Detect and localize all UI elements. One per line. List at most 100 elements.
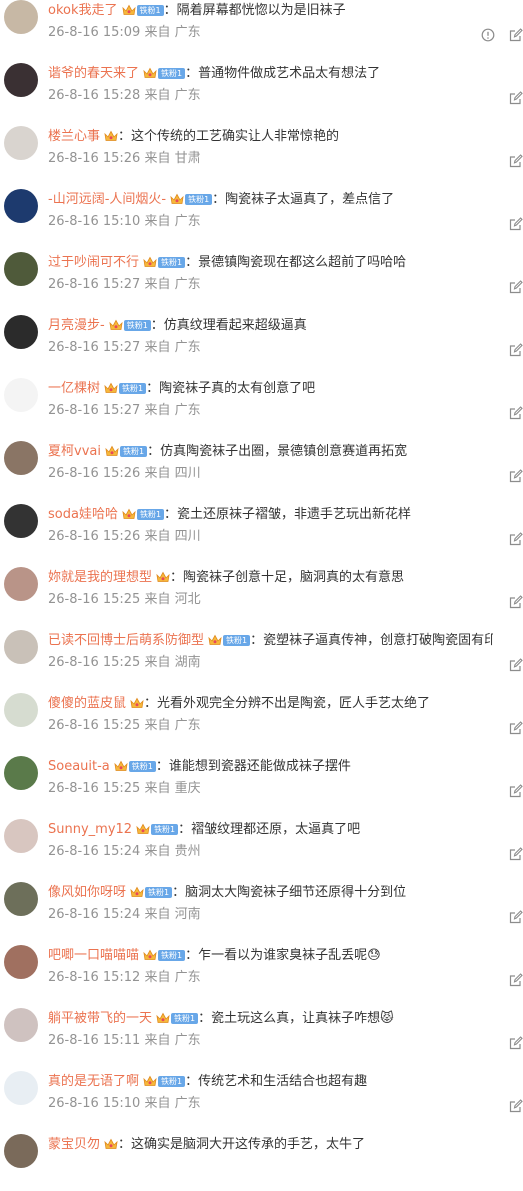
comment-text: ：脑洞太大陶瓷袜子细节还原得十分到位 [172,885,407,900]
comment-item: 妳就是我的理想型 ：陶瓷袜子创意十足，脑洞真的太有意思 26-8-16 15:25 … [0,561,523,624]
avatar[interactable] [4,1008,38,1042]
reply-edit-icon[interactable] [509,405,523,420]
fan-level-badge: 铁粉1 [223,635,251,646]
comment-text: ：隔着屏幕都恍惚以为是旧袜子 [163,3,346,18]
avatar[interactable] [4,1071,38,1105]
comment-line: 吧唧一口喵喵喵 铁粉1 ：乍一看以为谁家臭袜子乱丢呢😓 [48,944,493,968]
avatar[interactable] [4,252,38,286]
comment-line: 楼兰心事 ：这个传统的工艺确实让人非常惊艳的 [48,125,493,149]
avatar[interactable] [4,63,38,97]
user-nickname-link[interactable]: 夏柯vvai [48,444,101,459]
avatar[interactable] [4,693,38,727]
fan-level-badge: 铁粉1 [123,320,151,331]
avatar[interactable] [4,630,38,664]
crown-badge-icon [105,442,119,456]
avatar[interactable] [4,882,38,916]
avatar[interactable] [4,819,38,853]
comment-line: 月亮漫步- 铁粉1 ：仿真纹理看起来超级逼真 [48,314,493,338]
comment-text: ：普通物件做成艺术品太有想法了 [185,66,381,81]
reply-edit-icon[interactable] [509,90,523,105]
user-nickname-link[interactable]: 蒙宝贝勿 [48,1137,100,1152]
comment-meta: 26-8-16 15:27 来自 广东 [48,403,201,418]
user-nickname-link[interactable]: Sunny_my12 [48,822,132,837]
comment-line: 躺平被带飞的一天 铁粉1 ：瓷土玩这么真，让真袜子咋想😾 [48,1007,493,1031]
user-nickname-link[interactable]: 真的是无语了啊 [48,1074,139,1089]
avatar[interactable] [4,378,38,412]
avatar[interactable] [4,126,38,160]
reply-edit-icon[interactable] [509,909,523,924]
avatar[interactable] [4,504,38,538]
user-nickname-link[interactable]: 像风如你呀呀 [48,885,126,900]
crown-badge-icon [104,1135,118,1149]
report-warning-icon[interactable] [481,27,495,42]
avatar[interactable] [4,1134,38,1168]
comment-item: 吧唧一口喵喵喵 铁粉1 ：乍一看以为谁家臭袜子乱丢呢😓 26-8-16 15:12 来… [0,939,523,1002]
reply-edit-icon[interactable] [509,720,523,735]
reply-edit-icon[interactable] [509,972,523,987]
avatar[interactable] [4,567,38,601]
user-nickname-link[interactable]: soda娃哈哈 [48,507,118,522]
reply-edit-icon[interactable] [509,783,523,798]
user-nickname-link[interactable]: 吧唧一口喵喵喵 [48,948,139,963]
comment-meta: 26-8-16 15:26 来自 甘肃 [48,151,201,166]
avatar[interactable] [4,945,38,979]
crown-badge-icon [208,631,222,645]
comment-line: 夏柯vvai 铁粉1 ：仿真陶瓷袜子出圈，景德镇创意赛道再拓宽 [48,440,493,464]
reply-edit-icon[interactable] [509,27,523,42]
crown-badge-icon [143,253,157,267]
user-nickname-link[interactable]: -山河远阔-人间烟火- [48,192,166,207]
reply-edit-icon[interactable] [509,1098,523,1113]
fan-level-badge: 铁粉1 [119,446,148,457]
user-nickname-link[interactable]: 过于吵闹可不行 [48,255,139,270]
crown-badge-icon [130,694,144,708]
avatar[interactable] [4,189,38,223]
fan-level-badge: 铁粉1 [136,5,164,16]
comment-meta: 26-8-16 15:27 来自 广东 [48,277,201,292]
user-nickname-link[interactable]: 楼兰心事 [48,129,100,144]
reply-edit-icon[interactable] [509,279,523,294]
comment-meta: 26-8-16 15:12 来自 广东 [48,970,201,985]
comment-item: 已读不回博士后萌系防御型 铁粉1 ：瓷塑袜子逼真传神，创意打破陶瓷固有印象 26-8-… [0,624,523,687]
fan-level-badge: 铁粉1 [145,887,173,898]
reply-edit-icon[interactable] [509,846,523,861]
comment-line: 妳就是我的理想型 ：陶瓷袜子创意十足，脑洞真的太有意思 [48,566,493,590]
user-nickname-link[interactable]: 傻傻的蓝皮鼠 [48,696,126,711]
comment-text: ：陶瓷袜子创意十足，脑洞真的太有意思 [170,570,405,585]
crown-badge-icon [156,1009,170,1023]
comment-item: -山河远阔-人间烟火- 铁粉1 ：陶瓷袜子太逼真了，差点信了 26-8-16 15:1… [0,183,523,246]
avatar[interactable] [4,441,38,475]
comment-item: 楼兰心事 ：这个传统的工艺确实让人非常惊艳的 26-8-16 15:26 来自 甘肃 [0,120,523,183]
fan-level-badge: 铁粉1 [151,824,179,835]
reply-edit-icon[interactable] [509,216,523,231]
crown-badge-icon [136,820,150,834]
reply-edit-icon[interactable] [509,468,523,483]
reply-edit-icon[interactable] [509,342,523,357]
avatar[interactable] [4,315,38,349]
user-nickname-link[interactable]: okok我走了 [48,3,118,18]
reply-edit-icon[interactable] [509,657,523,672]
user-nickname-link[interactable]: 躺平被带飞的一天 [48,1011,152,1026]
comment-text: ：仿真陶瓷袜子出圈，景德镇创意赛道再拓宽 [147,444,408,459]
comment-text: ：瓷土还原袜子褶皱，非遗手艺玩出新花样 [164,507,412,522]
reply-edit-icon[interactable] [509,531,523,546]
crown-badge-icon [170,190,184,204]
comment-meta: 26-8-16 15:25 来自 广东 [48,718,201,733]
reply-edit-icon[interactable] [509,153,523,168]
avatar[interactable] [4,0,38,34]
crown-badge-icon [143,946,157,960]
crown-badge-icon [104,379,118,393]
user-nickname-link[interactable]: 谐爷的春天来了 [48,66,139,81]
user-nickname-link[interactable]: 月亮漫步- [48,318,105,333]
user-nickname-link[interactable]: 一亿棵树 [48,381,100,396]
comment-item: 躺平被带飞的一天 铁粉1 ：瓷土玩这么真，让真袜子咋想😾 26-8-16 15:11 … [0,1002,523,1065]
user-nickname-link[interactable]: 已读不回博士后萌系防御型 [48,633,204,648]
reply-edit-icon[interactable] [509,1035,523,1050]
user-nickname-link[interactable]: 妳就是我的理想型 [48,570,152,585]
comment-line: 过于吵闹可不行 铁粉1 ：景德镇陶瓷现在都这么超前了吗哈哈 [48,251,493,275]
fan-level-badge: 铁粉1 [171,1013,199,1024]
crown-badge-icon [122,505,136,519]
fan-level-badge: 铁粉1 [158,68,186,79]
avatar[interactable] [4,756,38,790]
user-nickname-link[interactable]: Soeauit-a [48,759,110,774]
reply-edit-icon[interactable] [509,594,523,609]
